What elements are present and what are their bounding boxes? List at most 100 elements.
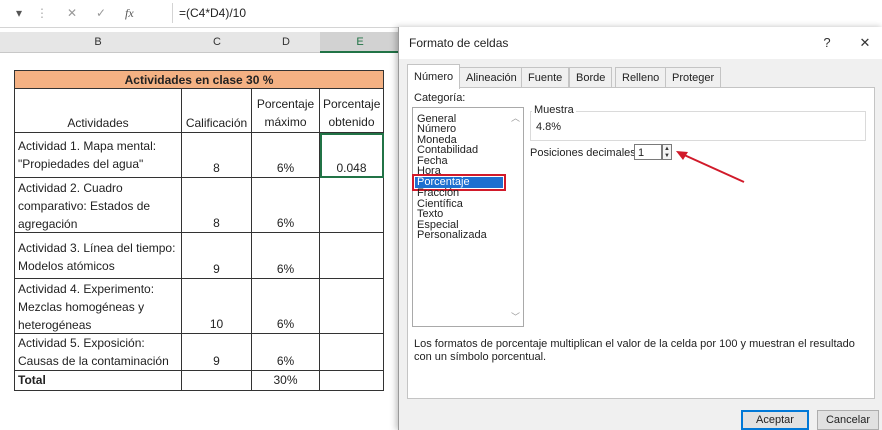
total-max-value: 30% xyxy=(273,373,298,387)
scroll-down-icon[interactable]: ﹀ xyxy=(511,310,520,323)
max-percentage-value: 6% xyxy=(276,216,295,230)
obtained-cell-selected[interactable]: 0.048 xyxy=(320,133,384,178)
decimal-places-label: Posiciones decimales: xyxy=(530,147,639,159)
obtained-cell[interactable] xyxy=(320,233,384,279)
obtained-value: 0.048 xyxy=(336,161,367,175)
activity-line: Actividad 2. Cuadro xyxy=(18,181,123,195)
header-max-percentage-line2: máximo xyxy=(264,115,307,129)
grade-cell[interactable]: 8 xyxy=(182,178,252,233)
max-percentage-value: 6% xyxy=(276,354,295,368)
corner-select-all[interactable] xyxy=(0,32,15,53)
category-list[interactable]: General Número Moneda Contabilidad Fecha… xyxy=(412,107,524,327)
category-item[interactable]: Personalizada xyxy=(417,230,487,241)
activity-line: Actividad 3. Línea del tiempo: xyxy=(18,241,176,255)
formula-bar-separator-icon: ⋮ xyxy=(36,6,48,20)
activity-line: Actividad 5. Exposición: xyxy=(18,336,145,350)
header-obtained-percentage-line2: obtenido xyxy=(328,115,375,129)
annotation-arrow-icon xyxy=(676,151,745,183)
format-cells-dialog: Formato de celdas ? ✕ Número Alineación … xyxy=(398,27,882,430)
header-activity-label: Actividades xyxy=(67,116,129,130)
header-obtained-percentage[interactable]: Porcentaje obtenido xyxy=(320,89,384,133)
format-description: Los formatos de porcentaje multiplican e… xyxy=(414,338,855,363)
header-obtained-percentage-line1: Porcentaje xyxy=(323,97,381,111)
total-obtained-cell[interactable] xyxy=(320,371,384,391)
obtained-cell[interactable] xyxy=(320,279,384,334)
total-max-cell[interactable]: 30% xyxy=(252,371,320,391)
column-header-d[interactable]: D xyxy=(252,32,321,53)
max-percentage-cell[interactable]: 6% xyxy=(252,233,320,279)
activity-line: comparativo: Estados de xyxy=(18,199,151,213)
max-percentage-value: 6% xyxy=(276,317,295,331)
category-label: Categoría: xyxy=(414,92,466,104)
max-percentage-value: 6% xyxy=(276,161,295,175)
close-icon[interactable]: ✕ xyxy=(855,33,875,53)
cancel-button[interactable]: Cancelar xyxy=(817,410,879,430)
dialog-title: Formato de celdas xyxy=(409,36,509,50)
tab-relleno[interactable]: Relleno xyxy=(615,67,667,88)
activity-line: "Propiedades del agua" xyxy=(18,157,144,171)
scroll-up-icon[interactable]: ︿ xyxy=(511,111,520,124)
grade-cell[interactable]: 9 xyxy=(182,233,252,279)
grade-value: 8 xyxy=(213,161,220,175)
grade-value: 10 xyxy=(209,317,224,331)
total-label-cell[interactable]: Total xyxy=(14,371,182,391)
tab-borde[interactable]: Borde xyxy=(569,67,613,88)
activity-line: Causas de la contaminación xyxy=(18,354,169,368)
dialog-titlebar[interactable]: Formato de celdas ? ✕ xyxy=(399,27,882,59)
column-header-b[interactable]: B xyxy=(14,32,183,53)
grade-value: 9 xyxy=(213,262,220,276)
grade-cell[interactable]: 10 xyxy=(182,279,252,334)
grade-value: 9 xyxy=(213,354,220,368)
column-header-c[interactable]: C xyxy=(182,32,253,53)
activity-line: agregación xyxy=(18,217,78,231)
table-title[interactable]: Actividades en clase 30 % xyxy=(14,70,384,89)
max-percentage-cell[interactable]: 6% xyxy=(252,133,320,178)
accept-button[interactable]: Aceptar xyxy=(741,410,809,430)
name-box-dropdown-icon[interactable]: ▾ xyxy=(16,5,22,21)
obtained-cell[interactable] xyxy=(320,178,384,233)
help-icon[interactable]: ? xyxy=(817,33,837,53)
formula-bar: ▾ ⋮ ✕ ✓ fx =(C4*D4)/10 xyxy=(0,0,882,28)
decimal-places-input[interactable]: 1 xyxy=(634,144,662,160)
activity-cell[interactable]: Actividad 1. Mapa mental: "Propiedades d… xyxy=(14,133,182,178)
header-grade[interactable]: Calificación xyxy=(182,89,252,133)
max-percentage-cell[interactable]: 6% xyxy=(252,334,320,371)
cancel-entry-icon[interactable]: ✕ xyxy=(67,5,77,21)
header-max-percentage[interactable]: Porcentaje máximo xyxy=(252,89,320,133)
sample-label: Muestra xyxy=(532,104,576,116)
column-header-e[interactable]: E xyxy=(320,32,401,53)
header-activity[interactable]: Actividades xyxy=(14,89,182,133)
formula-input[interactable]: =(C4*D4)/10 xyxy=(172,3,882,23)
activity-line: Actividad 4. Experimento: xyxy=(18,282,155,296)
max-percentage-value: 6% xyxy=(276,262,295,276)
tab-numero[interactable]: Número xyxy=(407,64,461,89)
activity-cell[interactable]: Actividad 3. Línea del tiempo: Modelos a… xyxy=(14,233,182,279)
grade-cell[interactable]: 8 xyxy=(182,133,252,178)
activity-cell[interactable]: Actividad 4. Experimento: Mezclas homogé… xyxy=(14,279,182,334)
header-max-percentage-line1: Porcentaje xyxy=(256,97,315,111)
grade-cell[interactable]: 9 xyxy=(182,334,252,371)
insert-function-icon[interactable]: fx xyxy=(125,5,134,21)
activity-line: Mezclas homogéneas y xyxy=(18,300,145,314)
activity-line: Actividad 1. Mapa mental: xyxy=(18,139,157,153)
obtained-cell[interactable] xyxy=(320,334,384,371)
tab-alineacion[interactable]: Alineación xyxy=(459,67,524,88)
activity-line: Modelos atómicos xyxy=(18,259,115,273)
column-headers: B C D E xyxy=(0,32,401,53)
total-grade-cell[interactable] xyxy=(182,371,252,391)
grade-value: 8 xyxy=(213,216,220,230)
confirm-entry-icon[interactable]: ✓ xyxy=(96,5,106,21)
number-tab-panel: Categoría: General Número Moneda Contabi… xyxy=(407,87,875,399)
tab-proteger[interactable]: Proteger xyxy=(665,67,722,88)
sample-group xyxy=(530,111,866,141)
table-title-text: Actividades en clase 30 % xyxy=(124,73,274,87)
max-percentage-cell[interactable]: 6% xyxy=(252,178,320,233)
total-label: Total xyxy=(18,373,46,387)
tab-fuente[interactable]: Fuente xyxy=(521,67,570,88)
activity-line: heterogéneas xyxy=(18,318,92,332)
sample-value: 4.8% xyxy=(536,121,562,133)
activity-cell[interactable]: Actividad 2. Cuadro comparativo: Estados… xyxy=(14,178,182,233)
max-percentage-cell[interactable]: 6% xyxy=(252,279,320,334)
activity-cell[interactable]: Actividad 5. Exposición: Causas de la co… xyxy=(14,334,182,371)
header-grade-label: Calificación xyxy=(185,116,248,130)
